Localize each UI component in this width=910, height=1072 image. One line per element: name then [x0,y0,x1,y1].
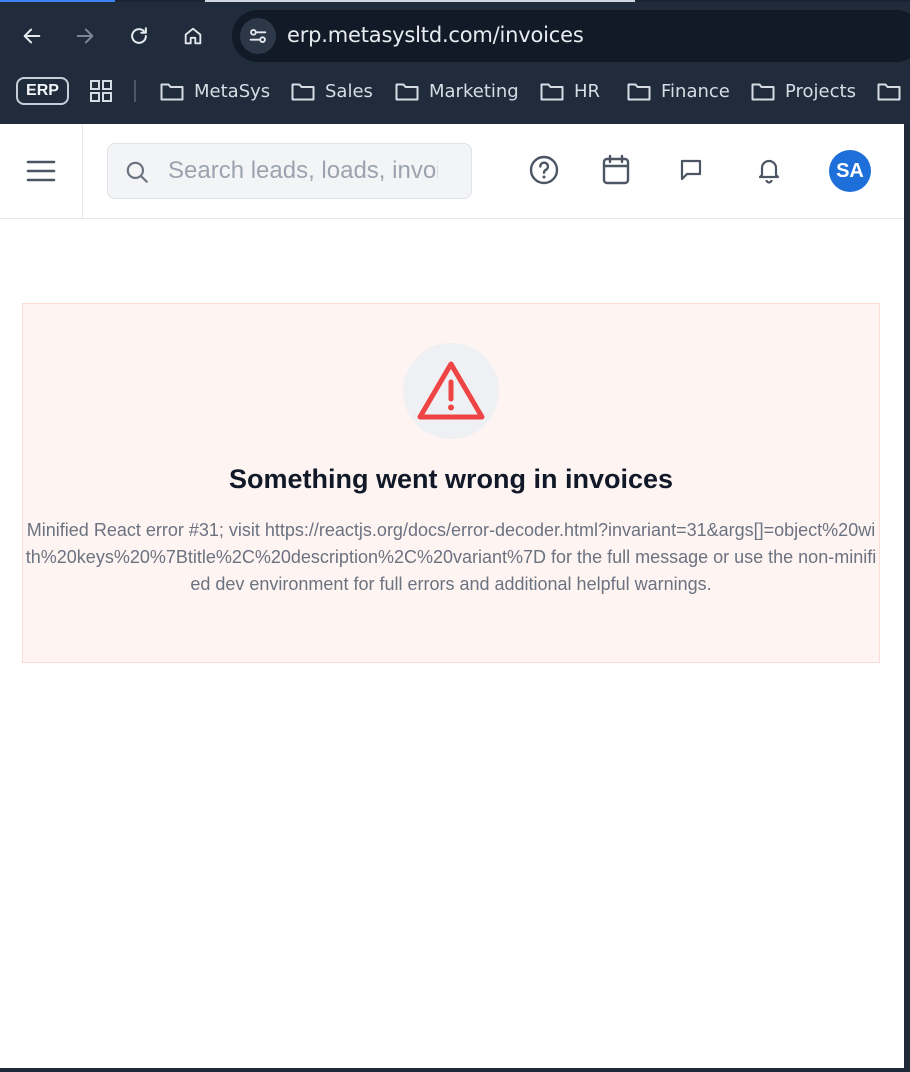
user-avatar[interactable]: SA [829,150,871,192]
browser-toolbar: erp.metasysltd.com/invoices ERP MetaSys … [0,0,910,124]
home-icon [184,27,202,45]
bookmark-label: MetaSys [194,80,271,102]
bookmark-label: Sales [325,80,373,102]
address-bar[interactable]: erp.metasysltd.com/invoices [232,10,910,62]
bell-icon [758,159,780,184]
error-message: Minified React error #31; visit https://… [25,520,877,594]
window-edge [904,124,910,1068]
forward-button[interactable] [67,18,103,54]
apps-grid-icon[interactable] [90,80,112,107]
bookmark-label: HR [574,80,601,102]
arrow-right-icon [76,28,94,44]
warning-triangle-icon [417,361,485,420]
warning-badge [403,343,499,439]
folder-icon [540,83,564,101]
home-button[interactable] [175,18,211,54]
bookmark-folder-hr[interactable]: HR [540,76,600,106]
bookmark-label: Marketing [429,80,519,102]
search-input[interactable] [168,156,438,186]
chat-bubble-icon [680,159,702,181]
bookmark-label: Projects [785,80,856,102]
error-title: Something went wrong in invoices [228,464,674,494]
bookmark-folder-metasys[interactable]: MetaSys [160,76,270,106]
hamburger-menu-icon [26,160,56,182]
reload-button[interactable] [121,18,157,54]
bookmark-folder-projects[interactable]: Projects [751,76,856,106]
error-boundary-card: Something went wrong in invoices Minifie… [22,303,880,663]
bookmark-folder-overflow[interactable] [877,76,901,106]
global-search[interactable] [107,143,472,199]
folder-icon [291,83,315,101]
notifications-button[interactable] [751,152,787,188]
folder-icon [627,83,651,101]
menu-button[interactable] [0,124,83,218]
folder-icon [395,83,419,101]
calendar-icon [602,154,630,185]
app-header: SA [0,124,904,219]
bookmarks-bar: ERP MetaSys Sales Marketing HR Finance P… [0,68,910,114]
bookmark-erp[interactable]: ERP [16,77,69,105]
reload-icon [131,27,147,44]
help-button[interactable] [526,152,562,188]
site-settings-icon[interactable] [240,18,276,54]
app-viewport: SA Something went wrong in invoices Mini… [0,124,904,1068]
window-edge [0,1068,910,1072]
bookmark-folder-finance[interactable]: Finance [627,76,730,106]
arrow-left-icon [23,28,41,44]
calendar-button[interactable] [598,152,634,188]
search-icon [126,161,148,183]
back-button[interactable] [14,18,50,54]
bookmark-label: Finance [661,80,730,102]
bookmark-separator [134,80,136,102]
bookmark-folder-sales[interactable]: Sales [291,76,373,106]
folder-icon [877,83,901,101]
messages-button[interactable] [673,152,709,188]
folder-icon [751,83,775,101]
url-text[interactable]: erp.metasysltd.com/invoices [287,23,584,47]
tab-strip [0,0,910,2]
help-circle-icon [529,155,559,185]
bookmark-folder-marketing[interactable]: Marketing [395,76,519,106]
folder-icon [160,83,184,101]
